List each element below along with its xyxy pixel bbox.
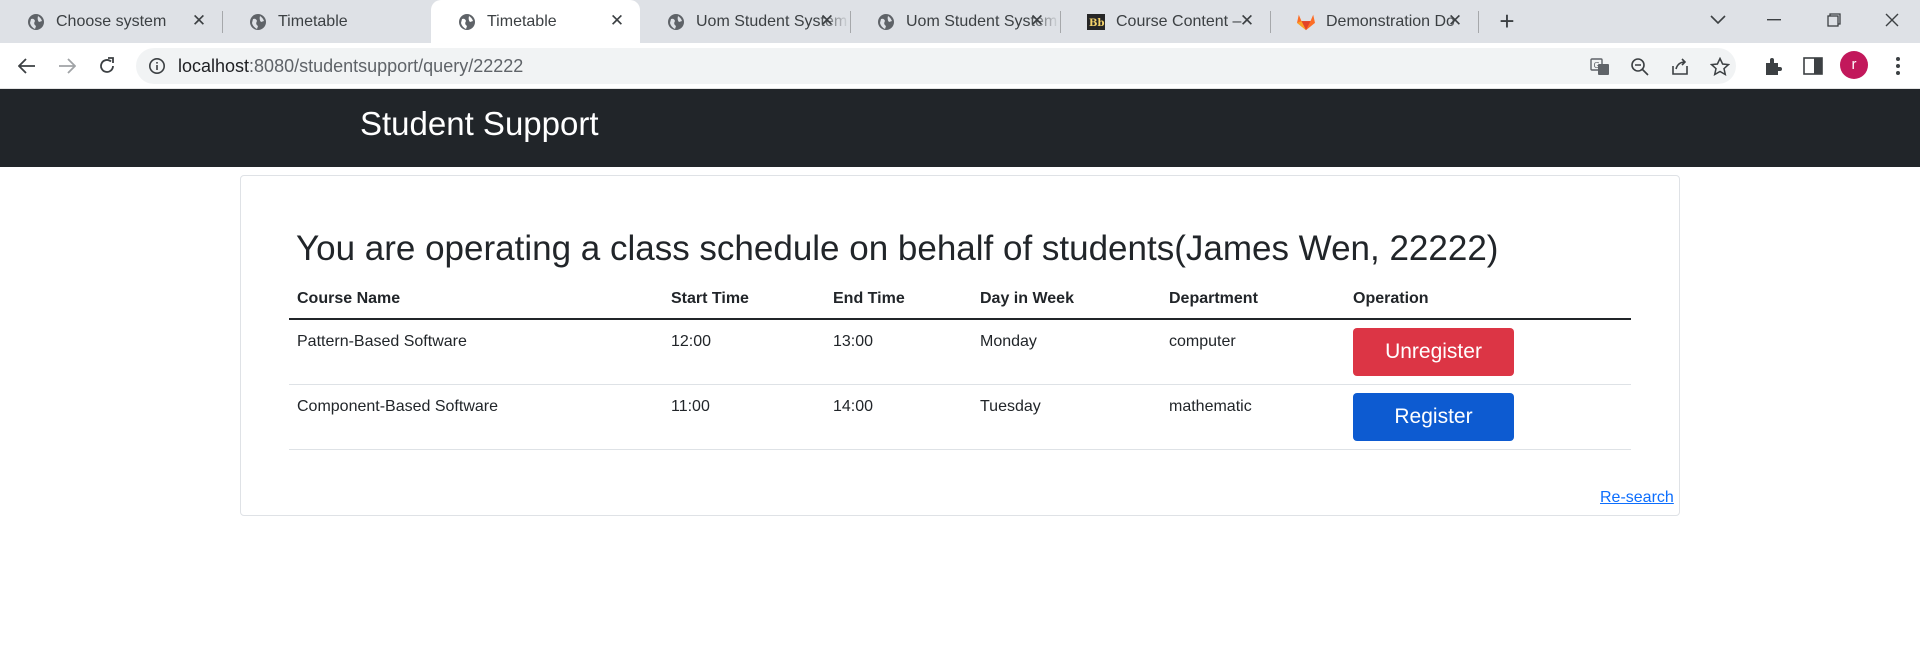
column-header-end: End Time <box>833 290 905 307</box>
page-heading: You are operating a class schedule on be… <box>296 229 1499 268</box>
department-cell: computer <box>1169 333 1236 350</box>
register-button[interactable]: Register <box>1353 393 1514 441</box>
navbar-brand[interactable]: Student Support <box>360 105 599 143</box>
close-tab-icon[interactable]: ✕ <box>1028 11 1046 30</box>
start-time-cell: 12:00 <box>671 333 712 350</box>
svg-text:G: G <box>1594 61 1600 70</box>
globe-icon <box>458 13 476 31</box>
site-info-icon[interactable] <box>148 57 166 75</box>
minimize-icon[interactable] <box>1748 0 1800 40</box>
globe-icon <box>667 13 685 31</box>
end-time-cell: 14:00 <box>833 398 874 415</box>
department-cell: mathematic <box>1169 398 1252 415</box>
reload-icon[interactable] <box>92 51 122 81</box>
gitlab-icon <box>1297 13 1315 31</box>
end-time-cell: 13:00 <box>833 333 874 350</box>
tab-divider <box>1478 11 1479 33</box>
browser-tab-active[interactable]: Timetable ✕ <box>431 0 640 43</box>
re-search-link[interactable]: Re-search <box>1600 489 1674 507</box>
side-panel-icon[interactable] <box>1800 53 1826 79</box>
close-tab-icon[interactable]: ✕ <box>1238 11 1256 30</box>
tab-search-icon[interactable] <box>1692 0 1744 40</box>
close-tab-icon[interactable]: ✕ <box>818 11 836 30</box>
table-row: Component-Based Software 11:00 14:00 Tue… <box>289 385 1631 450</box>
course-name-cell: Pattern-Based Software <box>297 333 467 350</box>
close-window-icon[interactable] <box>1866 0 1918 40</box>
schedule-table: Course Name Start Time End Time Day in W… <box>289 287 1631 450</box>
close-tab-icon[interactable]: ✕ <box>608 11 626 30</box>
blackboard-icon: Bb <box>1087 13 1105 31</box>
close-tab-icon[interactable]: ✕ <box>1446 11 1464 30</box>
svg-text:Bb: Bb <box>1089 18 1104 29</box>
course-name-cell: Component-Based Software <box>297 398 498 415</box>
column-header-day: Day in Week <box>980 290 1074 307</box>
url-text: localhost:8080/studentsupport/query/2222… <box>178 56 523 77</box>
profile-avatar[interactable]: r <box>1840 51 1868 79</box>
zoom-out-icon[interactable] <box>1629 56 1651 78</box>
browser-tab[interactable]: Uom Student System ✕ <box>640 0 850 43</box>
browser-menu-icon[interactable] <box>1888 53 1908 79</box>
translate-icon[interactable]: G <box>1589 56 1611 78</box>
globe-icon <box>877 13 895 31</box>
browser-tab[interactable]: Bb Course Content – ✕ <box>1060 0 1270 43</box>
browser-tab[interactable]: Timetable <box>222 0 430 43</box>
day-cell: Monday <box>980 333 1037 350</box>
browser-tab[interactable]: Choose system ✕ <box>0 0 222 43</box>
browser-toolbar: localhost:8080/studentsupport/query/2222… <box>0 43 1920 89</box>
globe-icon <box>27 13 45 31</box>
browser-tab[interactable]: Uom Student System ✕ <box>850 0 1060 43</box>
url-host: localhost <box>178 56 250 76</box>
globe-icon <box>249 13 267 31</box>
column-header-start: Start Time <box>671 290 749 307</box>
address-bar[interactable]: localhost:8080/studentsupport/query/2222… <box>136 48 1736 84</box>
close-tab-icon[interactable]: ✕ <box>190 11 208 30</box>
day-cell: Tuesday <box>980 398 1041 415</box>
share-icon[interactable] <box>1669 56 1691 78</box>
browser-tab[interactable]: Demonstration Do ✕ <box>1270 0 1478 43</box>
forward-icon[interactable] <box>52 51 82 81</box>
url-path: :8080/studentsupport/query/22222 <box>249 56 524 76</box>
table-header: Course Name Start Time End Time Day in W… <box>289 287 1631 320</box>
unregister-button[interactable]: Unregister <box>1353 328 1514 376</box>
table-row: Pattern-Based Software 12:00 13:00 Monda… <box>289 320 1631 385</box>
bookmark-star-icon[interactable] <box>1709 56 1731 78</box>
column-header-department: Department <box>1169 290 1258 307</box>
start-time-cell: 11:00 <box>671 398 710 415</box>
new-tab-icon[interactable]: + <box>1493 8 1521 36</box>
extensions-icon[interactable] <box>1760 53 1786 79</box>
column-header-operation: Operation <box>1353 290 1429 307</box>
tab-title: Timetable <box>278 12 348 30</box>
app-navbar: Student Support <box>0 89 1920 167</box>
back-icon[interactable] <box>12 51 42 81</box>
column-header-course: Course Name <box>297 290 401 307</box>
restore-icon[interactable] <box>1808 0 1860 40</box>
browser-tabstrip: Choose system ✕ Timetable Timetable ✕ Uo… <box>0 0 1920 43</box>
